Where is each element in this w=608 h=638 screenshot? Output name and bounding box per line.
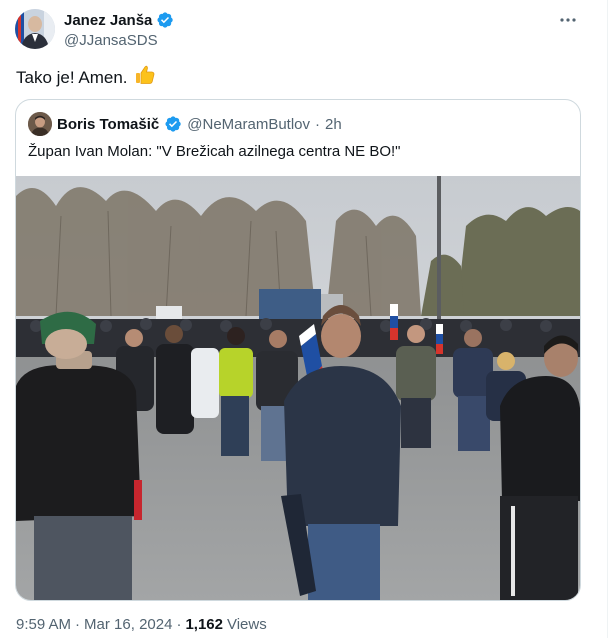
tweet-footer: 9:59 AM · Mar 16, 2024 · 1,162 Views: [16, 616, 267, 633]
footer-separator: ·: [176, 616, 182, 633]
views-count[interactable]: 1,162: [185, 616, 223, 633]
quoted-text: Župan Ivan Molan: "V Brežicah azilnega c…: [28, 143, 401, 160]
quoted-age: 2h: [325, 115, 342, 133]
quoted-author-handle: @NeMaramButlov: [187, 115, 311, 133]
verified-badge-icon: [164, 115, 182, 133]
more-options-icon[interactable]: [557, 10, 579, 30]
author-handle[interactable]: @JJansaSDS: [64, 32, 174, 49]
tweet-date[interactable]: Mar 16, 2024: [84, 616, 172, 633]
author-name-row: Janez Janša: [64, 11, 174, 29]
views-label: Views: [226, 616, 267, 633]
tweet-time[interactable]: 9:59 AM: [16, 616, 71, 633]
tweet-text-content: Tako je! Amen.: [16, 68, 128, 87]
author-block: Janez Janša @JJansaSDS: [64, 11, 174, 49]
verified-badge-icon[interactable]: [156, 11, 174, 29]
quoted-meta-separator: ·: [315, 115, 321, 133]
author-avatar[interactable]: [15, 9, 55, 49]
quoted-tweet[interactable]: Boris Tomašič @NeMaramButlov · 2h Župan …: [15, 99, 581, 601]
quoted-header: Boris Tomašič @NeMaramButlov · 2h: [28, 112, 342, 136]
quoted-avatar: [28, 112, 52, 136]
footer-separator: ·: [75, 616, 81, 633]
author-name[interactable]: Janez Janša: [64, 12, 152, 29]
quoted-author-name: Boris Tomašič: [57, 115, 160, 133]
tweet-text: Tako je! Amen.: [16, 64, 156, 92]
thumbs-up-icon: [134, 64, 156, 92]
quoted-photo[interactable]: [16, 176, 580, 600]
tweet: Janez Janša @JJansaSDS Tako je! Amen. Bo…: [0, 0, 608, 638]
